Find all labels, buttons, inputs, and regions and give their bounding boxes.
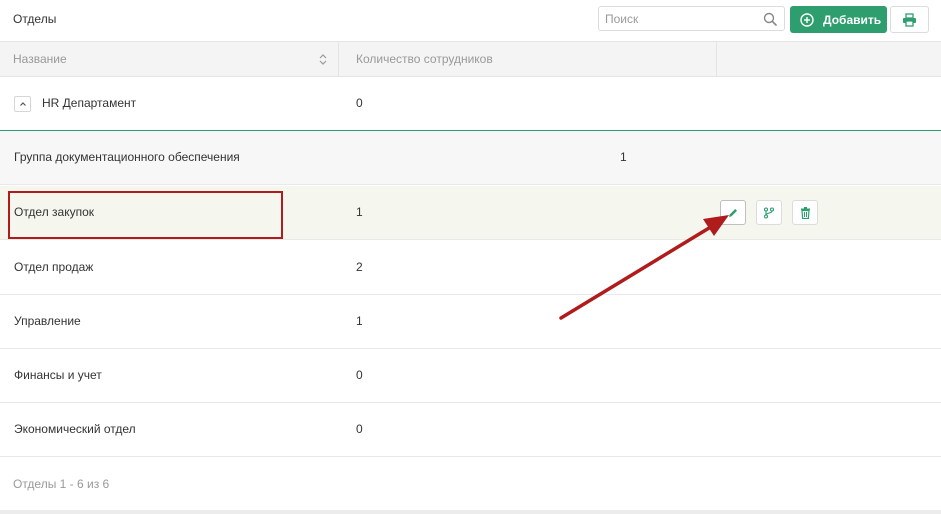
employee-count: 2 <box>356 260 363 274</box>
edit-button[interactable] <box>720 200 746 225</box>
delete-button[interactable] <box>792 200 818 225</box>
department-name: Финансы и учет <box>14 368 102 382</box>
print-button[interactable] <box>890 6 929 33</box>
table-row[interactable]: Отдел продаж 2 <box>0 241 941 295</box>
search-icon[interactable] <box>763 12 777 26</box>
department-name: Экономический отдел <box>14 422 136 436</box>
git-branch-icon <box>763 206 775 219</box>
table-row[interactable]: Группа документационного обеспечения 1 <box>0 131 941 185</box>
plus-circle-icon <box>800 12 814 27</box>
trash-icon <box>800 206 810 219</box>
pencil-icon <box>729 208 737 217</box>
branch-button[interactable] <box>756 200 782 225</box>
bottom-divider <box>0 510 941 514</box>
table-row[interactable]: Финансы и учет 0 <box>0 349 941 403</box>
printer-icon <box>903 12 916 27</box>
toolbar: Отделы Добавить <box>0 0 941 42</box>
column-header-count-label: Количество сотрудников <box>356 52 493 66</box>
employee-count: 1 <box>620 150 627 164</box>
page-title: Отделы <box>13 12 57 26</box>
table-header: Название Количество сотрудников <box>0 42 941 77</box>
column-header-name[interactable]: Название <box>0 42 339 76</box>
chevron-up-icon <box>19 102 26 106</box>
collapse-toggle[interactable] <box>14 96 31 112</box>
group-name: HR Департамент <box>42 96 137 110</box>
employee-count: 1 <box>356 314 363 328</box>
employee-count: 1 <box>356 205 363 219</box>
department-name: Управление <box>14 314 81 328</box>
group-count: 0 <box>356 96 363 110</box>
pagination-info: Отделы 1 - 6 из 6 <box>13 477 110 491</box>
column-header-actions <box>717 42 941 76</box>
table-row[interactable]: Экономический отдел 0 <box>0 403 941 457</box>
department-name: Отдел продаж <box>14 260 94 274</box>
column-header-name-label: Название <box>13 52 67 66</box>
department-name: Отдел закупок <box>14 205 95 219</box>
table-row[interactable]: Управление 1 <box>0 295 941 349</box>
sort-icon[interactable] <box>318 53 328 66</box>
employee-count: 0 <box>356 422 363 436</box>
add-button-label: Добавить <box>823 12 882 27</box>
department-name: Группа документационного обеспечения <box>14 150 240 164</box>
group-row-hr[interactable]: HR Департамент 0 <box>0 77 941 131</box>
employee-count: 0 <box>356 368 363 382</box>
column-header-count: Количество сотрудников <box>339 42 717 76</box>
search-input[interactable] <box>599 7 755 30</box>
search-box[interactable] <box>598 6 785 31</box>
add-button[interactable]: Добавить <box>790 6 887 33</box>
